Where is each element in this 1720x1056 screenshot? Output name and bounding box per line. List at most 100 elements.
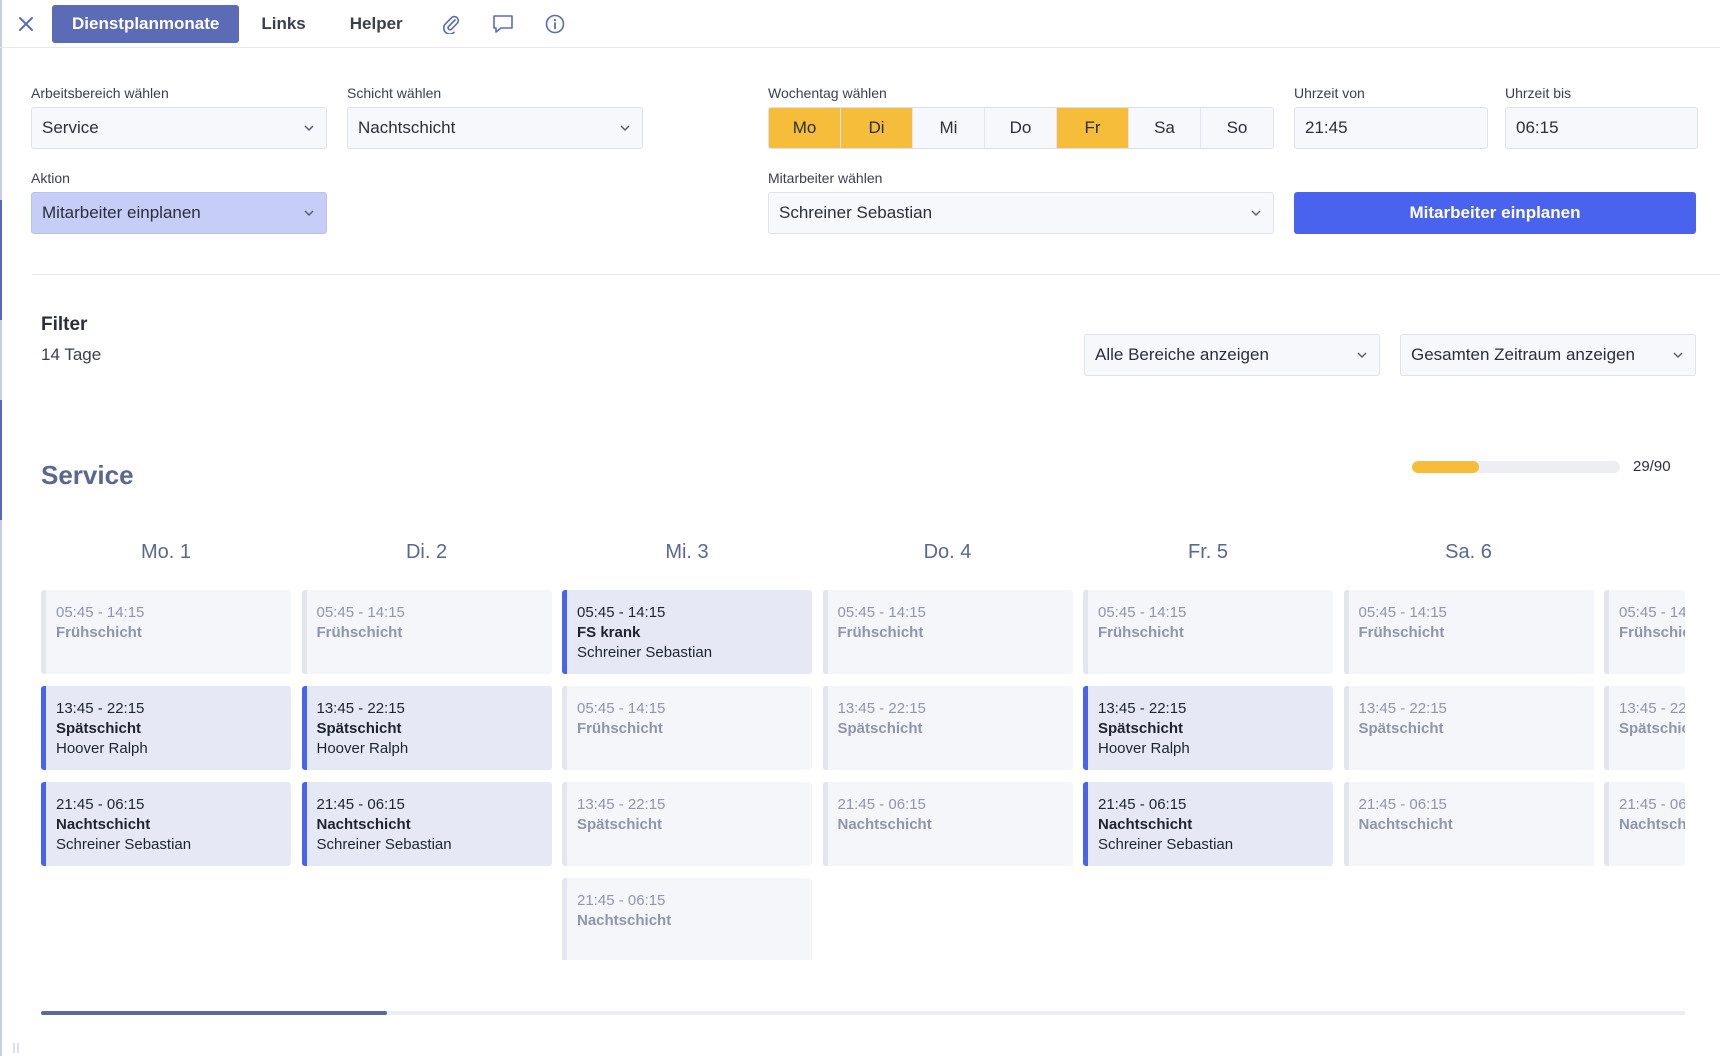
left-rail-accent [0,200,2,320]
shift-card[interactable]: 05:45 - 14:15 Frühschicht [41,590,291,674]
resize-grip-icon[interactable] [12,1042,20,1054]
mitarbeiter-value: Schreiner Sebastian [779,203,933,222]
shift-card[interactable]: 21:45 - 06:15 Nachtschicht Schreiner Sebas… [1083,782,1333,866]
day-column: Fr. 5 05:45 - 14:15 Frühschicht 13:45 - 22:… [1083,530,1333,866]
shift-card[interactable]: 05:45 - 14:15 Frühschicht [562,686,812,770]
tab-links[interactable]: Links [239,5,327,43]
aktion-select[interactable]: Mitarbeiter einplanen [31,192,327,234]
comment-button[interactable] [477,5,529,43]
weekday-do[interactable]: Do [985,108,1057,148]
shift-name: Spätschicht [577,816,663,833]
arbeitsbereich-select[interactable]: Service [31,107,327,149]
shift-card[interactable]: 21:45 - 06:15 Nachtschicht Schreiner Sebas… [301,782,552,866]
weekday-mo[interactable]: Mo [769,108,841,148]
shift-card[interactable]: 05:45 - 14:15 Frühschicht [1343,590,1594,674]
attach-button[interactable] [425,5,477,43]
shift-time: 21:45 - 06:15 [56,796,145,813]
shift-name: Spätschicht [56,720,142,737]
scrollbar-thumb[interactable] [41,1011,387,1015]
arbeitsbereich-value: Service [42,118,99,137]
bereiche-filter-select[interactable]: Alle Bereiche anzeigen [1084,334,1380,376]
shift-name: Frühschicht [1098,624,1184,641]
uhrzeit-von-input[interactable]: 21:45 [1294,107,1488,149]
shift-card[interactable]: 13:45 - 22:15 Spätschicht [822,686,1073,770]
shift-card[interactable]: 13:45 - 22:15 Spätschicht [1343,686,1594,770]
shift-time: 13:45 - 22:15 [1358,700,1447,717]
shift-employee: Hoover Ralph [56,740,148,757]
shift-name: Nachtschicht [1358,816,1453,833]
wochentag-label: Wochentag wählen [768,85,887,101]
day-header: Di. 2 [405,541,448,563]
chevron-down-icon [1251,210,1261,217]
shift-card[interactable]: 13:45 - 22:15 Spätschicht [562,782,812,866]
chevron-down-icon [1673,352,1683,359]
weekday-di[interactable]: Di [841,108,913,148]
mitarbeiter-einplanen-button[interactable]: Mitarbeiter einplanen [1294,192,1696,234]
shift-card[interactable]: 21:45 - 06:15 Nachtschicht [562,878,812,960]
shift-time: 05:45 - 14:15 [577,604,666,621]
zeitraum-filter-value: Gesamten Zeitraum anzeigen [1411,345,1635,364]
shift-time: 13:45 - 22:15 [577,796,666,813]
shift-card[interactable]: 21:45 - 06:15 Nachtschicht [822,782,1073,866]
shift-name: Frühschicht [837,624,924,641]
info-button[interactable] [529,5,581,43]
day-column: Sa. 6 05:45 - 14:15 Frühschicht 13:45 - 22:… [1343,530,1594,866]
shift-card[interactable]: 13:45 - 22:15 Spätschicht Hoover Ralph [301,686,552,770]
aktion-value: Mitarbeiter einplanen [42,203,201,222]
weekday-so[interactable]: So [1201,108,1273,148]
shift-card[interactable]: 21:45 - 06:15 Nachtschicht [1343,782,1594,866]
comment-icon [492,14,513,33]
shift-card[interactable]: 13:45 - 22:15 Spätschicht Hoover Ralph [41,686,291,770]
shift-employee: Schreiner Sebastian [56,836,192,853]
shift-name: Frühschicht [1619,624,1685,641]
shift-time: 05:45 - 14:15 [837,604,926,621]
horizontal-scrollbar[interactable] [41,1011,1685,1015]
shift-card[interactable]: 05:45 - 14:15 Frühschicht [1604,590,1685,674]
progress-bar [1412,461,1620,473]
shift-card[interactable]: 05:45 - 14:15 FS krank Schreiner Sebastian [562,590,812,674]
info-icon [545,14,564,33]
uhrzeit-bis-input[interactable]: 06:15 [1505,107,1698,149]
weekday-fr[interactable]: Fr [1057,108,1129,148]
shift-card[interactable]: 13:45 - 22:15 Spätschicht Hoover Ralph [1083,686,1333,770]
chevron-down-icon [620,125,630,132]
progress-label: 29/90 [1633,458,1671,475]
day-header: Do. 4 [923,541,972,563]
shift-time: 13:45 - 22:15 [1098,700,1187,717]
shift-name: Spätschicht [1358,720,1444,737]
shift-time: 21:45 - 06:15 [316,796,405,813]
day-column: Mi. 3 05:45 - 14:15 FS krank Schreiner Seba… [562,530,812,960]
shift-time: 21:45 - 06:15 [1358,796,1447,813]
schicht-select[interactable]: Nachtschicht [347,107,643,149]
tab-helper[interactable]: Helper [328,5,425,43]
mitarbeiter-select[interactable]: Schreiner Sebastian [768,192,1274,234]
progress-bar-fill [1412,461,1479,473]
weekday-mi[interactable]: Mi [913,108,985,148]
day-column: 05:45 - 14:15 Frühschicht 13:45 - 22:15 Spä… [1604,530,1685,866]
shift-employee: Hoover Ralph [1098,740,1190,757]
shift-name: Nachtschicht [837,816,932,833]
tab-dienstplanmonate[interactable]: Dienstplanmonate [52,4,240,43]
shift-card[interactable]: 05:45 - 14:15 Frühschicht [301,590,552,674]
day-header: Sa. 6 [1445,541,1492,563]
zeitraum-filter-select[interactable]: Gesamten Zeitraum anzeigen [1400,334,1696,376]
aktion-label: Aktion [31,170,70,186]
day-column: Do. 4 05:45 - 14:15 Frühschicht 13:45 - 22:… [822,530,1073,866]
shift-employee: Hoover Ralph [316,740,409,757]
mitarbeiter-label: Mitarbeiter wählen [768,170,883,186]
shift-card[interactable]: 21:45 - 06:15 Nachtschicht Schreiner Sebas… [41,782,291,866]
shift-time: 21:45 - 06:15 [1619,796,1685,813]
day-header: Mo. 1 [140,541,192,563]
close-button[interactable] [0,0,52,48]
chevron-down-icon [1357,352,1367,359]
shift-card[interactable]: 05:45 - 14:15 Frühschicht [1083,590,1333,674]
shift-time: 13:45 - 22:15 [316,700,405,717]
shift-card[interactable]: 05:45 - 14:15 Frühschicht [822,590,1073,674]
uhrzeit-bis-value: 06:15 [1516,118,1559,137]
shift-employee: Schreiner Sebastian [316,836,452,853]
shift-name: Nachtschicht [1098,816,1193,833]
shift-card[interactable]: 21:45 - 06:15 Nachtschicht [1604,782,1685,866]
schicht-value: Nachtschicht [358,118,456,137]
shift-card[interactable]: 13:45 - 22:15 Spätschicht [1604,686,1685,770]
weekday-sa[interactable]: Sa [1129,108,1201,148]
